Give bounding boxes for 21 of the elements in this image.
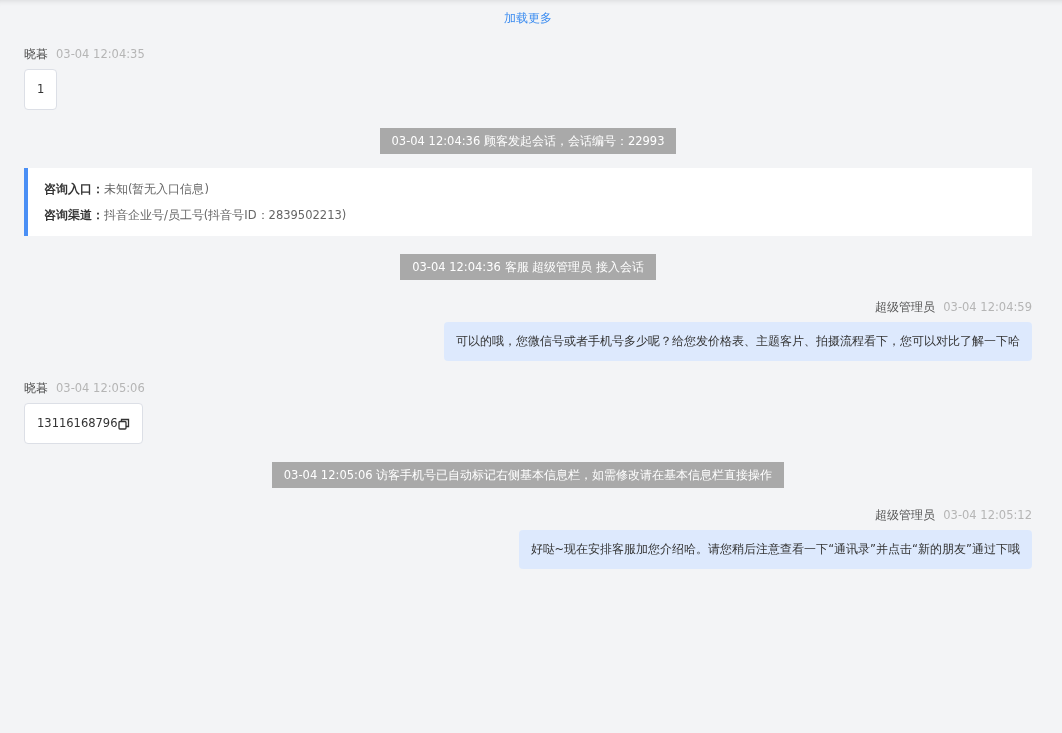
- sender-name: 超级管理员: [875, 300, 936, 315]
- info-value: 抖音企业号/员工号(抖音号ID：2839502213): [104, 208, 347, 222]
- message-time: 03-04 12:04:35: [56, 47, 145, 62]
- copy-icon[interactable]: [118, 417, 131, 430]
- info-value: 未知(暂无入口信息): [104, 182, 209, 196]
- system-notice: 03-04 12:04:36 顾客发起会话，会话编号：22993: [379, 128, 677, 154]
- message-time: 03-04 12:05:06: [56, 381, 145, 396]
- sender-name: 晓暮: [24, 381, 48, 396]
- message-text: 可以的哦，您微信号或者手机号多少呢？给您发价格表、主题客片、拍摄流程看下，您可以对比了解一下哈: [456, 333, 1020, 350]
- system-notice: 03-04 12:05:06 访客手机号已自动标记右侧基本信息栏，如需修改请在基本信息栏直接操作: [271, 462, 785, 488]
- sender-name: 晓暮: [24, 47, 48, 62]
- message-text: 13116168796: [37, 415, 118, 432]
- system-notice: 03-04 12:04:36 客服 超级管理员 接入会话: [400, 254, 656, 280]
- message-text: 1: [37, 81, 45, 98]
- message-time: 03-04 12:05:12: [943, 508, 1032, 523]
- info-label: 咨询入口：: [44, 182, 104, 196]
- message-time: 03-04 12:04:59: [943, 300, 1032, 315]
- message-text: 好哒~现在安排客服加您介绍哈。请您稍后注意查看一下“通讯录”并点击“新的朋友”通过下哦: [530, 541, 1020, 558]
- sender-name: 超级管理员: [875, 508, 936, 523]
- load-more-link[interactable]: 加载更多: [504, 11, 552, 25]
- info-label: 咨询渠道：: [44, 208, 104, 222]
